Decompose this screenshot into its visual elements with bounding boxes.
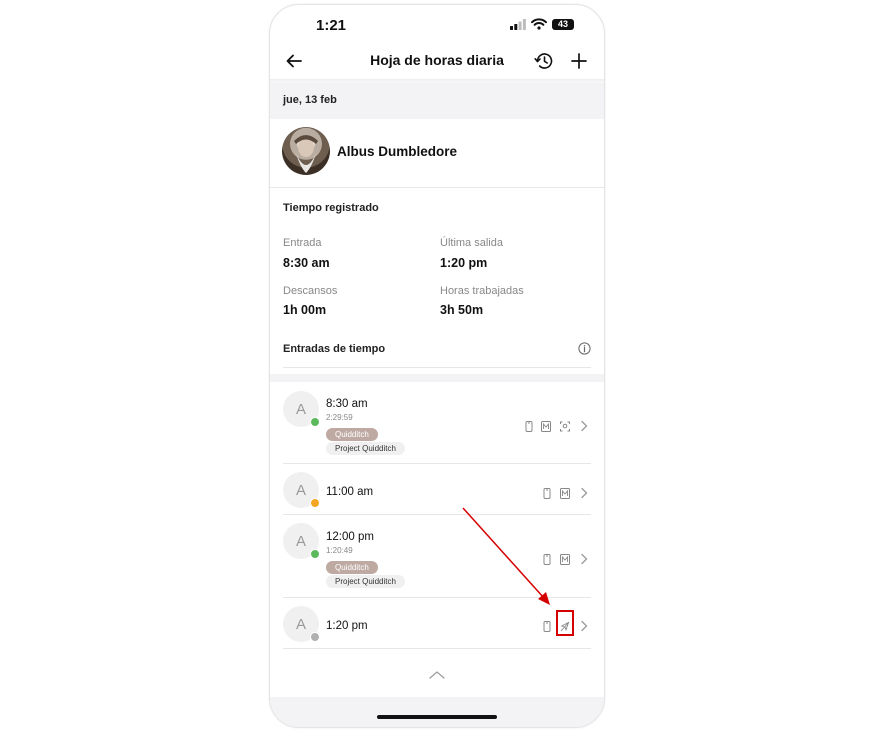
chevron-up-icon[interactable] bbox=[428, 669, 446, 681]
stat-value-descansos: 1h 00m bbox=[283, 303, 327, 317]
manual-icon bbox=[560, 488, 570, 499]
entry-duration: 1:20:49 bbox=[326, 546, 353, 555]
time-entry-row[interactable]: A 8:30 am 2:29:59 Quidditch Project Quid… bbox=[270, 383, 604, 463]
tiempo-registrado-title: Tiempo registrado bbox=[283, 202, 379, 214]
status-dot bbox=[310, 417, 320, 427]
nav-bar: Hoja de horas diaria bbox=[270, 43, 604, 79]
project-tag: Project Quidditch bbox=[326, 442, 405, 455]
battery-icon: 43 bbox=[552, 18, 574, 30]
entry-time: 8:30 am bbox=[326, 398, 368, 410]
divider bbox=[270, 187, 604, 188]
bottom-bar bbox=[270, 697, 604, 727]
entry-duration: 2:29:59 bbox=[326, 413, 353, 422]
entradas-title: Entradas de tiempo bbox=[283, 343, 386, 355]
face-scan-icon bbox=[560, 421, 570, 432]
status-time: 1:21 bbox=[316, 17, 347, 34]
signal-icon bbox=[510, 18, 526, 30]
manual-icon bbox=[541, 421, 551, 432]
phone-icon bbox=[543, 621, 551, 632]
stat-value-ultima-salida: 1:20 pm bbox=[440, 256, 488, 270]
project-tag: Project Quidditch bbox=[326, 575, 405, 588]
date-label: jue, 13 feb bbox=[283, 94, 337, 106]
activity-tag: Quidditch bbox=[326, 561, 378, 574]
stat-label-entrada: Entrada bbox=[283, 237, 322, 249]
chevron-right-icon[interactable] bbox=[579, 553, 589, 565]
date-header: jue, 13 feb bbox=[270, 83, 604, 119]
stat-value-entrada: 8:30 am bbox=[283, 256, 330, 270]
home-indicator[interactable] bbox=[377, 715, 497, 719]
stat-label-ultima-salida: Última salida bbox=[440, 237, 503, 249]
time-entry-row[interactable]: A 12:00 pm 1:20:49 Quidditch Project Qui… bbox=[270, 515, 604, 597]
entry-time: 11:00 am bbox=[326, 486, 374, 498]
info-icon[interactable] bbox=[578, 342, 591, 355]
manual-icon bbox=[560, 554, 570, 565]
annotation-highlight-box bbox=[556, 610, 574, 636]
phone-icon bbox=[543, 488, 551, 499]
status-dot bbox=[310, 498, 320, 508]
entry-time: 12:00 pm bbox=[326, 531, 374, 543]
stat-label-horas-trabajadas: Horas trabajadas bbox=[440, 285, 524, 297]
chevron-right-icon[interactable] bbox=[579, 487, 589, 499]
status-icons: 43 bbox=[510, 18, 574, 30]
user-avatar bbox=[282, 127, 330, 175]
add-icon[interactable] bbox=[568, 50, 590, 72]
time-entry-row[interactable]: A 11:00 am bbox=[270, 464, 604, 514]
stat-value-horas-trabajadas: 3h 50m bbox=[440, 303, 484, 317]
entry-time: 1:20 pm bbox=[326, 620, 368, 632]
section-separator bbox=[270, 374, 604, 382]
phone-icon bbox=[543, 554, 551, 565]
status-dot bbox=[310, 632, 320, 642]
phone-icon bbox=[525, 421, 533, 432]
wifi-icon bbox=[531, 18, 547, 30]
chevron-right-icon[interactable] bbox=[579, 420, 589, 432]
status-dot bbox=[310, 549, 320, 559]
divider bbox=[283, 367, 591, 368]
activity-tag: Quidditch bbox=[326, 428, 378, 441]
time-entry-row[interactable]: A 1:20 pm bbox=[270, 598, 604, 648]
chevron-right-icon[interactable] bbox=[579, 620, 589, 632]
phone-frame: 1:21 43 Hoja de horas diaria jue, 13 feb… bbox=[269, 4, 605, 728]
stat-label-descansos: Descansos bbox=[283, 285, 338, 297]
user-name: Albus Dumbledore bbox=[337, 144, 458, 159]
avatar-photo-image bbox=[294, 135, 318, 173]
divider bbox=[283, 648, 591, 649]
history-icon[interactable] bbox=[533, 50, 555, 72]
